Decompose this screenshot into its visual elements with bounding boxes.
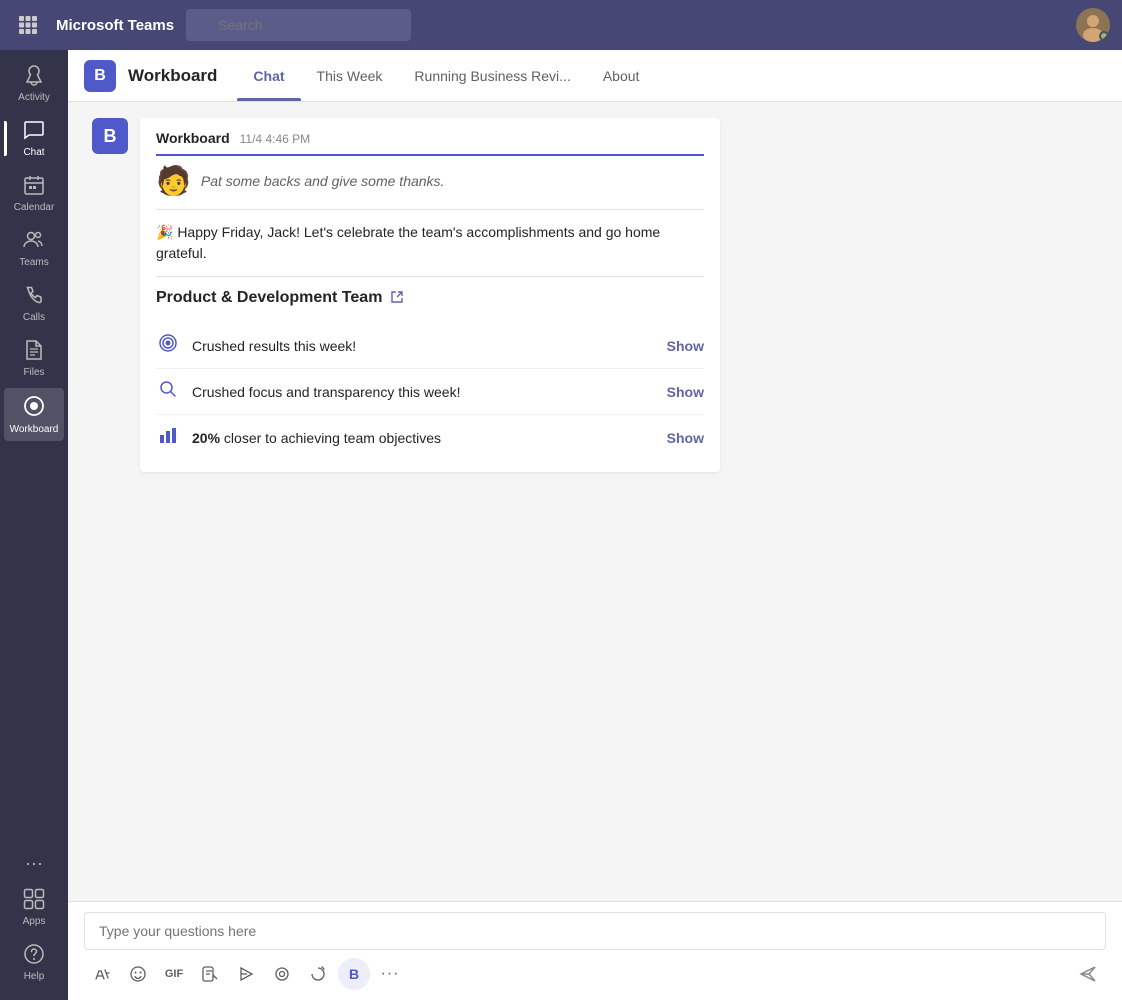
sticker-tool[interactable] bbox=[194, 958, 226, 990]
channel-icon: B bbox=[84, 60, 116, 92]
message-avatar: B bbox=[92, 118, 128, 154]
show-button-1[interactable]: Show bbox=[667, 338, 704, 354]
calls-icon bbox=[23, 284, 45, 310]
chart-icon bbox=[156, 425, 180, 450]
message-bubble: Workboard 11/4 4:46 PM 🧑 Pat some backs … bbox=[140, 118, 720, 472]
teams-icon bbox=[23, 229, 45, 255]
channel-header: B Workboard Chat This Week Running Busin… bbox=[68, 50, 1122, 102]
metric-row-1: Crushed results this week! Show bbox=[156, 323, 704, 369]
tab-running-business[interactable]: Running Business Revi... bbox=[398, 50, 586, 101]
sidebar-item-workboard-label: Workboard bbox=[10, 424, 59, 435]
sidebar: Activity Chat Calendar bbox=[0, 50, 68, 1000]
sidebar-item-teams[interactable]: Teams bbox=[4, 223, 64, 274]
avatar-status bbox=[1099, 31, 1109, 41]
sidebar-item-help-label: Help bbox=[24, 971, 45, 982]
topbar: Microsoft Teams 🔍 bbox=[0, 0, 1122, 50]
message-intro-text: Pat some backs and give some thanks. bbox=[201, 173, 445, 189]
grid-icon[interactable] bbox=[12, 16, 44, 34]
search-input[interactable] bbox=[186, 9, 411, 41]
compose-area: GIF bbox=[68, 901, 1122, 1000]
sidebar-item-activity[interactable]: Activity bbox=[4, 58, 64, 109]
workboard-icon bbox=[22, 394, 46, 422]
emoji-tool[interactable] bbox=[122, 958, 154, 990]
chat-icon bbox=[23, 119, 45, 145]
channel-name: Workboard bbox=[128, 66, 217, 86]
app-title: Microsoft Teams bbox=[56, 17, 174, 34]
message-header: Workboard 11/4 4:46 PM bbox=[156, 130, 704, 156]
sidebar-item-calendar-label: Calendar bbox=[14, 202, 55, 213]
sidebar-item-help[interactable]: Help bbox=[4, 937, 64, 988]
sidebar-item-calendar[interactable]: Calendar bbox=[4, 168, 64, 219]
svg-text:B: B bbox=[104, 126, 117, 146]
more-compose-tool[interactable]: ··· bbox=[374, 958, 406, 990]
message-time: 11/4 4:46 PM bbox=[240, 132, 311, 146]
celebration-text: 🎉 Happy Friday, Jack! Let's celebrate th… bbox=[156, 222, 704, 277]
gif-tool[interactable]: GIF bbox=[158, 958, 190, 990]
help-icon bbox=[23, 943, 45, 969]
show-button-2[interactable]: Show bbox=[667, 384, 704, 400]
search-metric-icon bbox=[156, 379, 180, 404]
tab-chat[interactable]: Chat bbox=[237, 50, 300, 101]
channel-tabs: Chat This Week Running Business Revi... … bbox=[237, 50, 655, 101]
metric-text-3: 20% closer to achieving team objectives bbox=[192, 430, 441, 446]
main-layout: Activity Chat Calendar bbox=[0, 50, 1122, 1000]
intro-emoji: 🧑 bbox=[156, 164, 191, 197]
messages-area: B Workboard 11/4 4:46 PM 🧑 Pat some back… bbox=[68, 102, 1122, 901]
compose-toolbar: GIF bbox=[84, 958, 1106, 990]
target-icon bbox=[156, 333, 180, 358]
sidebar-item-files-label: Files bbox=[23, 367, 44, 378]
metric-text-2: Crushed focus and transparency this week… bbox=[192, 384, 460, 400]
more-icon: ··· bbox=[25, 854, 43, 872]
activity-icon bbox=[23, 64, 45, 90]
sidebar-item-apps[interactable]: Apps bbox=[4, 882, 64, 933]
workboard-compose-tool[interactable]: B bbox=[338, 958, 370, 990]
loop-tool[interactable] bbox=[266, 958, 298, 990]
product-section-header: Product & Development Team bbox=[156, 289, 704, 307]
tab-about[interactable]: About bbox=[587, 50, 656, 101]
product-section-title: Product & Development Team bbox=[156, 289, 382, 307]
metric-left-2: Crushed focus and transparency this week… bbox=[156, 379, 460, 404]
sidebar-item-calls[interactable]: Calls bbox=[4, 278, 64, 329]
send-button[interactable] bbox=[1072, 958, 1104, 990]
external-link-icon[interactable] bbox=[390, 290, 404, 307]
sidebar-item-calls-label: Calls bbox=[23, 312, 45, 323]
schedule-send-tool[interactable] bbox=[230, 958, 262, 990]
message-row: B Workboard 11/4 4:46 PM 🧑 Pat some back… bbox=[92, 118, 1098, 472]
format-tool[interactable] bbox=[86, 958, 118, 990]
metric-left-1: Crushed results this week! bbox=[156, 333, 356, 358]
show-button-3[interactable]: Show bbox=[667, 430, 704, 446]
sidebar-item-teams-label: Teams bbox=[19, 257, 48, 268]
files-icon bbox=[23, 339, 45, 365]
metric-row-3: 20% closer to achieving team objectives … bbox=[156, 415, 704, 460]
sidebar-item-chat[interactable]: Chat bbox=[4, 113, 64, 164]
avatar[interactable] bbox=[1076, 8, 1110, 42]
sidebar-item-more[interactable]: ··· bbox=[4, 848, 64, 878]
calendar-icon bbox=[23, 174, 45, 200]
message-intro: 🧑 Pat some backs and give some thanks. bbox=[156, 164, 704, 210]
tab-this-week[interactable]: This Week bbox=[301, 50, 399, 101]
message-sender: Workboard bbox=[156, 130, 230, 146]
sidebar-item-apps-label: Apps bbox=[23, 916, 46, 927]
metric-row-2: Crushed focus and transparency this week… bbox=[156, 369, 704, 415]
praise-tool[interactable] bbox=[302, 958, 334, 990]
sidebar-item-workboard[interactable]: Workboard bbox=[4, 388, 64, 441]
content-area: B Workboard Chat This Week Running Busin… bbox=[68, 50, 1122, 1000]
sidebar-bottom: ··· Apps bbox=[4, 848, 64, 1000]
apps-icon bbox=[23, 888, 45, 914]
search-wrapper: 🔍 bbox=[186, 9, 786, 41]
sidebar-item-files[interactable]: Files bbox=[4, 333, 64, 384]
metric-text-1: Crushed results this week! bbox=[192, 338, 356, 354]
compose-input[interactable] bbox=[84, 912, 1106, 950]
sidebar-item-chat-label: Chat bbox=[23, 147, 44, 158]
sidebar-item-activity-label: Activity bbox=[18, 92, 50, 103]
metric-left-3: 20% closer to achieving team objectives bbox=[156, 425, 441, 450]
